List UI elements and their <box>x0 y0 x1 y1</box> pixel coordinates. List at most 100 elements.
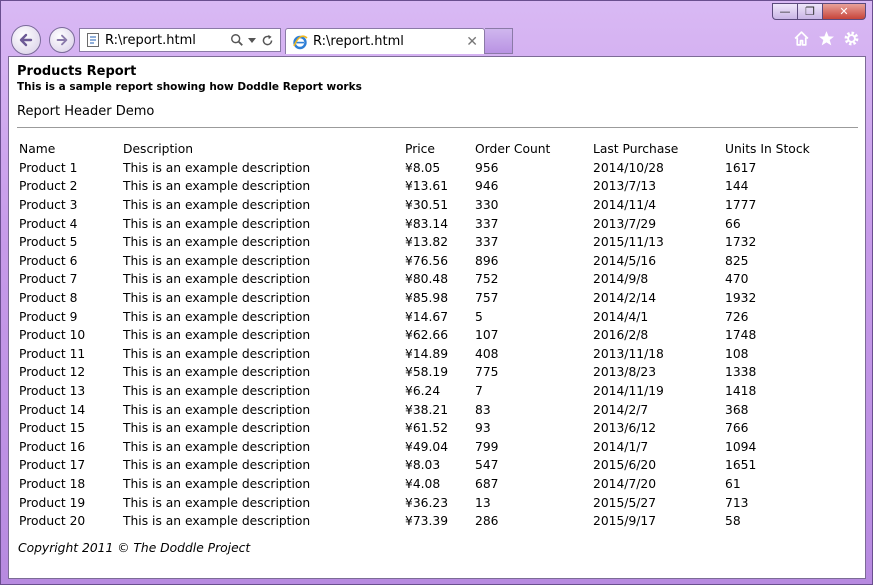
address-bar[interactable]: R:\report.html <box>79 28 281 52</box>
table-row: Product 17 This is an example description… <box>19 456 845 475</box>
order-count-cell: 946 <box>475 179 499 194</box>
search-icon[interactable] <box>230 33 244 47</box>
description-cell: This is an example description <box>123 160 311 175</box>
name-cell: Product 14 <box>19 402 86 417</box>
order-count-cell: 896 <box>475 253 499 268</box>
price-cell: ¥30.51 <box>405 198 449 213</box>
price-cell: ¥76.56 <box>405 253 449 268</box>
new-tab-button[interactable] <box>485 28 513 54</box>
name-cell: Product 7 <box>19 272 78 287</box>
name-cell: Product 18 <box>19 476 86 491</box>
price-cell: ¥58.19 <box>405 365 449 380</box>
last-purchase-cell: 2013/7/29 <box>593 216 657 231</box>
browser-window: — ❐ ✕ R:\report.html R:\report.html ✕ Pr… <box>0 0 873 585</box>
units-in-stock-cell: 1338 <box>725 365 757 380</box>
table-header-row: Name Description Price Order Count Last … <box>19 140 845 159</box>
favorites-star-icon[interactable] <box>818 30 835 47</box>
name-cell: Product 1 <box>19 160 78 175</box>
back-button[interactable] <box>11 25 41 55</box>
refresh-icon[interactable] <box>261 34 274 47</box>
units-in-stock-cell: 1094 <box>725 439 757 454</box>
name-cell: Product 15 <box>19 421 86 436</box>
units-in-stock-cell: 1777 <box>725 198 757 213</box>
order-count-cell: 799 <box>475 439 499 454</box>
table-row: Product 7 This is an example description ¥… <box>19 270 845 289</box>
units-in-stock-cell: 470 <box>725 272 749 287</box>
ie-logo-icon <box>293 34 308 49</box>
name-cell: Product 16 <box>19 439 86 454</box>
units-in-stock-cell: 1418 <box>725 384 757 399</box>
order-count-cell: 93 <box>475 421 491 436</box>
price-cell: ¥14.89 <box>405 346 449 361</box>
report-title: Products Report <box>17 64 137 79</box>
column-header-name: Name <box>19 142 56 157</box>
table-row: Product 16 This is an example description… <box>19 438 845 457</box>
home-icon[interactable] <box>793 30 810 47</box>
order-count-cell: 547 <box>475 458 499 473</box>
order-count-cell: 7 <box>475 384 483 399</box>
description-cell: This is an example description <box>123 272 311 287</box>
table-row: Product 8 This is an example description ¥… <box>19 289 845 308</box>
price-cell: ¥4.08 <box>405 476 441 491</box>
table-row: Product 15 This is an example description… <box>19 419 845 438</box>
last-purchase-cell: 2013/6/12 <box>593 421 657 436</box>
column-header-last-purchase: Last Purchase <box>593 142 679 157</box>
dropdown-icon[interactable] <box>248 36 256 44</box>
price-cell: ¥8.03 <box>405 458 441 473</box>
price-cell: ¥8.05 <box>405 160 441 175</box>
back-arrow-icon <box>19 33 33 47</box>
order-count-cell: 286 <box>475 514 499 529</box>
units-in-stock-cell: 713 <box>725 495 749 510</box>
description-cell: This is an example description <box>123 458 311 473</box>
minimize-button[interactable]: — <box>772 3 798 20</box>
tab-title: R:\report.html <box>313 34 404 49</box>
price-cell: ¥85.98 <box>405 291 449 306</box>
table-row: Product 14 This is an example description… <box>19 400 845 419</box>
name-cell: Product 9 <box>19 309 78 324</box>
last-purchase-cell: 2015/9/17 <box>593 514 657 529</box>
table-row: Product 11 This is an example description… <box>19 345 845 364</box>
column-header-units-in-stock: Units In Stock <box>725 142 810 157</box>
order-count-cell: 752 <box>475 272 499 287</box>
price-cell: ¥49.04 <box>405 439 449 454</box>
last-purchase-cell: 2014/1/7 <box>593 439 649 454</box>
last-purchase-cell: 2014/7/20 <box>593 476 657 491</box>
report-table: Name Description Price Order Count Last … <box>19 140 845 530</box>
settings-gear-icon[interactable] <box>843 30 860 47</box>
name-cell: Product 2 <box>19 179 78 194</box>
forward-button[interactable] <box>49 27 75 53</box>
report-subtitle: This is a sample report showing how Dodd… <box>17 81 362 93</box>
last-purchase-cell: 2014/5/16 <box>593 253 657 268</box>
name-cell: Product 4 <box>19 216 78 231</box>
units-in-stock-cell: 726 <box>725 309 749 324</box>
name-cell: Product 5 <box>19 235 78 250</box>
last-purchase-cell: 2016/2/8 <box>593 328 649 343</box>
description-cell: This is an example description <box>123 476 311 491</box>
close-button[interactable]: ✕ <box>822 3 866 20</box>
restore-button[interactable]: ❐ <box>797 3 823 20</box>
name-cell: Product 11 <box>19 346 86 361</box>
description-cell: This is an example description <box>123 328 311 343</box>
description-cell: This is an example description <box>123 421 311 436</box>
last-purchase-cell: 2015/5/27 <box>593 495 657 510</box>
order-count-cell: 687 <box>475 476 499 491</box>
address-url[interactable]: R:\report.html <box>105 33 230 48</box>
page-icon <box>87 33 99 47</box>
last-purchase-cell: 2014/10/28 <box>593 160 664 175</box>
name-cell: Product 19 <box>19 495 86 510</box>
price-cell: ¥61.52 <box>405 421 449 436</box>
browser-tab[interactable]: R:\report.html ✕ <box>285 28 485 54</box>
units-in-stock-cell: 1748 <box>725 328 757 343</box>
price-cell: ¥13.61 <box>405 179 449 194</box>
units-in-stock-cell: 1651 <box>725 458 757 473</box>
table-row: Product 6 This is an example description ¥… <box>19 252 845 271</box>
table-row: Product 2 This is an example description ¥… <box>19 177 845 196</box>
name-cell: Product 6 <box>19 253 78 268</box>
table-row: Product 19 This is an example description… <box>19 493 845 512</box>
last-purchase-cell: 2013/11/18 <box>593 346 664 361</box>
last-purchase-cell: 2014/2/14 <box>593 291 657 306</box>
units-in-stock-cell: 66 <box>725 216 741 231</box>
tab-close-icon[interactable]: ✕ <box>466 34 478 50</box>
forward-arrow-icon <box>56 34 68 46</box>
price-cell: ¥6.24 <box>405 384 441 399</box>
